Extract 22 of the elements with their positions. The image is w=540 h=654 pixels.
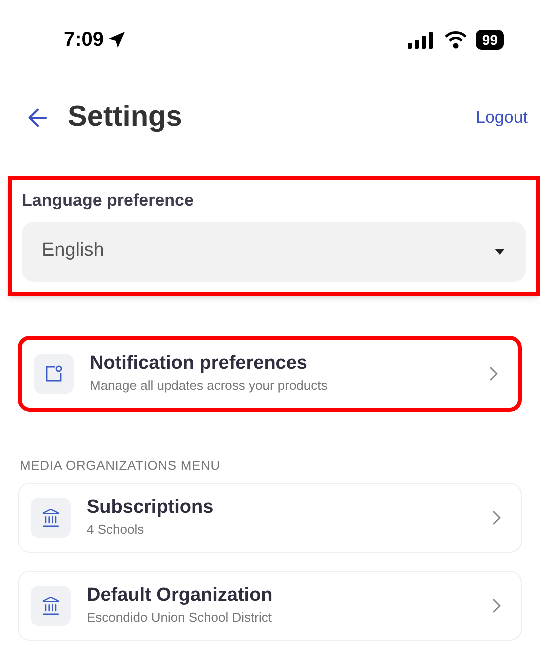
wifi-icon: [444, 31, 468, 49]
page-title: Settings: [68, 100, 182, 136]
settings-row[interactable]: Notification preferences Manage all updates across your products: [18, 336, 522, 412]
notification-icon: [34, 354, 74, 394]
settings-row[interactable]: Default Organization Escondido Union School District: [18, 571, 522, 641]
row-subtitle: 4 Schools: [87, 521, 146, 539]
location-arrow-icon: [108, 31, 126, 49]
clock-time: 7:09: [64, 28, 104, 53]
building-icon: [31, 586, 71, 626]
row-title: Subscriptions: [87, 496, 215, 520]
settings-row[interactable]: Subscriptions 4 Schools: [18, 483, 522, 553]
row-subtitle: Escondido Union School District: [87, 609, 273, 627]
building-icon: [31, 498, 71, 538]
caret-icon: [494, 248, 506, 256]
language-select[interactable]: English: [22, 222, 526, 282]
logout-link[interactable]: Logout: [476, 105, 528, 131]
field-label: Language preference: [22, 190, 195, 212]
battery-indicator: 99: [476, 30, 504, 50]
row-title: Notification preferences: [90, 352, 308, 376]
row-subtitle: Manage all updates across your products: [90, 376, 329, 395]
section-heading: MEDIA ORGANIZATIONS MENU: [19, 456, 222, 474]
row-title: Default Organization: [87, 584, 274, 608]
